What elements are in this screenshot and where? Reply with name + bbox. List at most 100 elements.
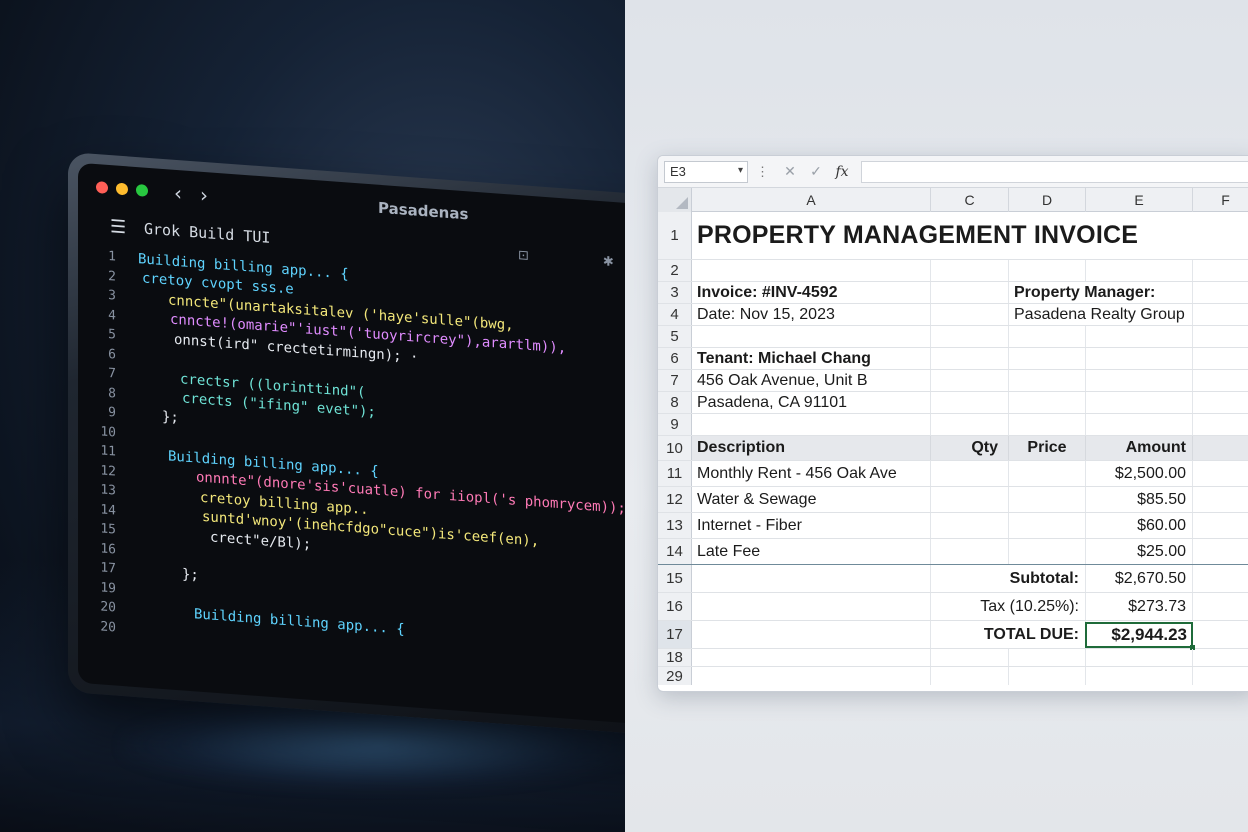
line-item-price[interactable] [1009,461,1086,486]
row-header[interactable]: 11 [658,461,692,486]
tenant-name-cell[interactable]: Tenant: Michael Chang [692,348,931,369]
insert-function-icon[interactable]: fx [829,164,855,180]
line-item-description[interactable]: Water & Sewage [692,487,931,512]
cell[interactable] [931,304,1009,325]
row-header[interactable]: 8 [658,392,692,413]
cell[interactable] [692,326,931,347]
cell[interactable] [692,593,931,620]
invoice-title-cell[interactable]: PROPERTY MANAGEMENT INVOICE [692,212,1192,259]
cell[interactable] [1086,414,1193,435]
row-header[interactable]: 10 [658,436,692,460]
column-header-e[interactable]: E [1086,188,1193,212]
cell[interactable] [1086,649,1193,666]
tenant-city-cell[interactable]: Pasadena, CA 91101 [692,392,931,413]
line-item-qty[interactable] [931,487,1009,512]
line-item-amount[interactable]: $85.50 [1086,487,1193,512]
select-all-button[interactable] [658,188,692,212]
subtotal-value[interactable]: $2,670.50 [1086,565,1193,592]
line-item-price[interactable] [1009,487,1086,512]
price-header[interactable]: Price [1009,436,1086,460]
cell[interactable] [1009,348,1086,369]
cell[interactable] [931,414,1009,435]
chevron-down-icon[interactable]: ▾ [738,165,743,176]
cell[interactable] [931,392,1009,413]
enter-icon[interactable]: ✓ [803,163,829,180]
cell[interactable] [1009,370,1086,391]
column-header-d[interactable]: D [1009,188,1086,212]
qty-header[interactable]: Qty [931,436,1009,460]
terminal-icon[interactable]: ⊡ [518,247,529,264]
line-item-qty[interactable] [931,539,1009,564]
tenant-address-cell[interactable]: 456 Oak Avenue, Unit B [692,370,931,391]
cell[interactable] [1009,414,1086,435]
cell[interactable] [931,260,1009,281]
row-header[interactable]: 29 [658,667,692,685]
property-manager-name-cell[interactable]: Pasadena Realty Group [1009,304,1193,325]
property-manager-label-cell[interactable]: Property Manager: [1009,282,1193,303]
row-header[interactable]: 17 [658,621,692,648]
row-header[interactable]: 7 [658,370,692,391]
cell[interactable] [931,649,1009,666]
cell[interactable] [1086,392,1193,413]
column-header-c[interactable]: C [931,188,1009,212]
cell[interactable] [692,414,931,435]
invoice-number-cell[interactable]: Invoice: #INV-4592 [692,282,931,303]
line-item-description[interactable]: Internet - Fiber [692,513,931,538]
row-header[interactable]: 14 [658,539,692,564]
row-header[interactable]: 3 [658,282,692,303]
cell[interactable] [1009,667,1086,685]
cell[interactable] [692,621,931,648]
cell[interactable] [931,282,1009,303]
line-item-amount[interactable]: $60.00 [1086,513,1193,538]
amount-header[interactable]: Amount [1086,436,1193,460]
back-icon[interactable]: ‹ [174,181,182,206]
row-header[interactable]: 18 [658,649,692,666]
cell[interactable] [1086,348,1193,369]
row-header[interactable]: 4 [658,304,692,325]
tax-label[interactable]: Tax (10.25%): [931,593,1086,620]
line-item-amount[interactable]: $2,500.00 [1086,461,1193,486]
formula-input[interactable] [861,160,1248,183]
line-item-description[interactable]: Monthly Rent - 456 Oak Ave [692,461,931,486]
cell[interactable] [692,260,931,281]
cell[interactable] [1009,260,1086,281]
line-item-qty[interactable] [931,461,1009,486]
line-item-description[interactable]: Late Fee [692,539,931,564]
line-item-qty[interactable] [931,513,1009,538]
line-item-amount[interactable]: $25.00 [1086,539,1193,564]
total-due-value[interactable]: $2,944.23 [1086,621,1193,648]
tax-value[interactable]: $273.73 [1086,593,1193,620]
cell[interactable] [692,649,931,666]
cell[interactable] [1086,326,1193,347]
maximize-window-button[interactable] [136,183,148,197]
cell[interactable] [1009,392,1086,413]
forward-icon[interactable]: › [200,183,208,208]
row-header[interactable]: 5 [658,326,692,347]
cell[interactable] [1086,370,1193,391]
cancel-icon[interactable]: ✕ [777,163,803,180]
code-editor[interactable]: 1 Building billing app... {2 cretoy cvopt … [78,239,625,681]
line-item-price[interactable] [1009,539,1086,564]
column-header-a[interactable]: A [692,188,931,212]
row-header[interactable]: 13 [658,513,692,538]
invoice-date-cell[interactable]: Date: Nov 15, 2023 [692,304,931,325]
column-header-f[interactable]: F [1193,188,1248,212]
cell[interactable] [1009,649,1086,666]
subtotal-label[interactable]: Subtotal: [931,565,1086,592]
total-due-label[interactable]: TOTAL DUE: [931,621,1086,648]
row-header[interactable]: 16 [658,593,692,620]
cell[interactable] [692,565,931,592]
cell[interactable] [1086,260,1193,281]
settings-icon[interactable]: ✱ [603,253,614,270]
cell[interactable] [1086,667,1193,685]
row-header[interactable]: 6 [658,348,692,369]
cell[interactable] [931,326,1009,347]
line-item-price[interactable] [1009,513,1086,538]
cell[interactable] [692,667,931,685]
description-header[interactable]: Description [692,436,931,460]
name-box[interactable]: E3 ▾ [664,160,748,183]
menu-icon[interactable]: ☰ [110,216,144,239]
cell[interactable] [931,348,1009,369]
row-header[interactable]: 2 [658,260,692,281]
row-header[interactable]: 1 [658,212,692,259]
